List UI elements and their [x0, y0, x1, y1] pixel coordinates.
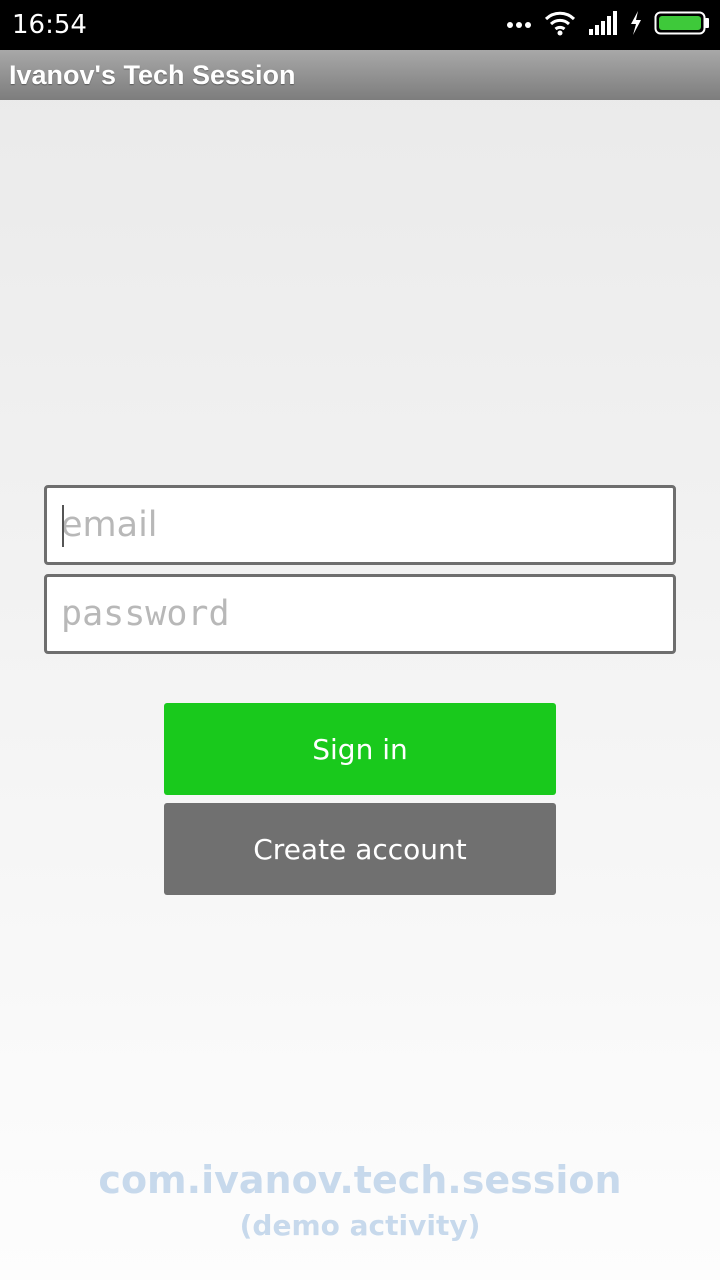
password-field[interactable] — [47, 577, 673, 651]
package-name-label: com.ivanov.tech.session — [98, 1158, 622, 1202]
status-icons — [506, 10, 710, 40]
demo-activity-label: (demo activity) — [239, 1209, 481, 1242]
email-field-container — [44, 485, 676, 565]
create-account-button[interactable]: Create account — [164, 803, 556, 895]
more-dots-icon — [506, 16, 532, 34]
battery-icon — [654, 11, 710, 40]
status-bar: 16:54 — [0, 0, 720, 50]
text-cursor — [62, 505, 64, 547]
sign-in-button[interactable]: Sign in — [164, 703, 556, 795]
app-bar: Ivanov's Tech Session — [0, 50, 720, 100]
wifi-icon — [544, 10, 576, 41]
charging-bolt-icon — [630, 10, 642, 40]
app-title: Ivanov's Tech Session — [9, 60, 296, 90]
signal-icon — [588, 10, 618, 40]
email-field[interactable] — [47, 488, 673, 562]
status-time: 16:54 — [12, 10, 87, 40]
password-field-container — [44, 574, 676, 654]
